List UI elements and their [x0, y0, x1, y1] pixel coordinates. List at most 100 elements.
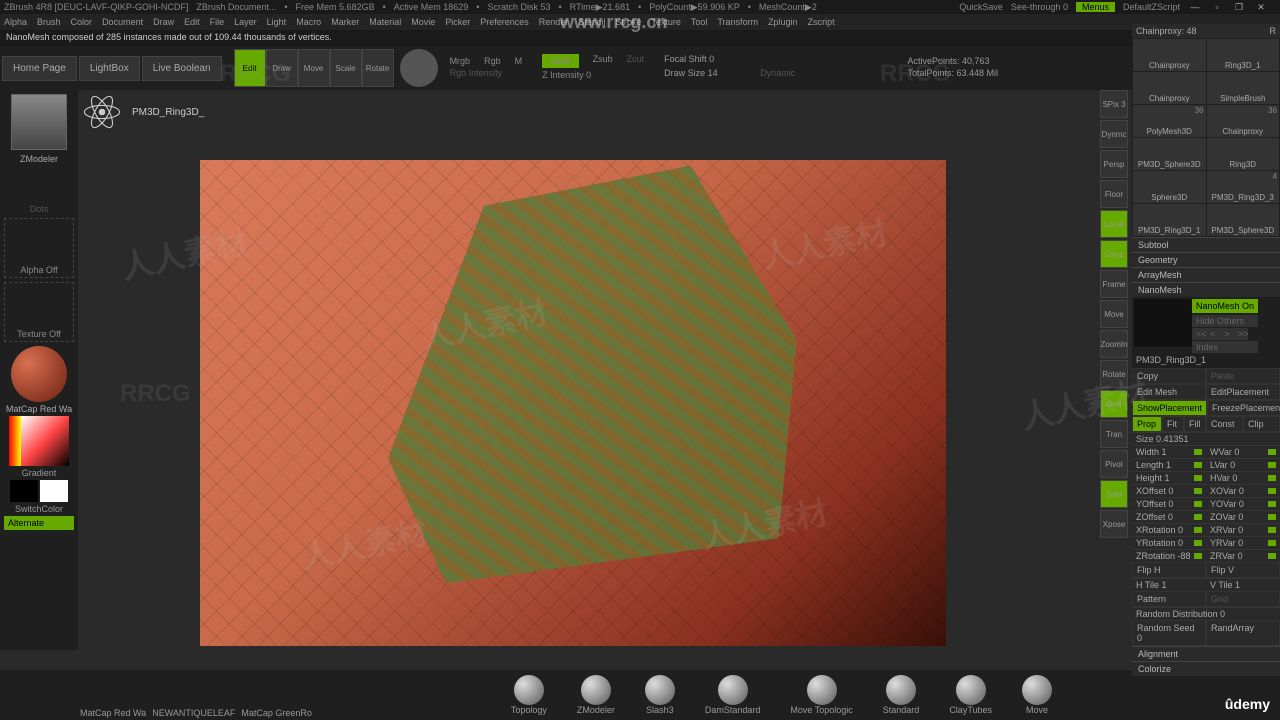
floor-button[interactable]: Floor — [1100, 180, 1128, 208]
material-matcap-red-wa[interactable]: MatCap Red Wa — [80, 708, 146, 718]
rotate-mode-button[interactable]: Rotate — [362, 49, 394, 87]
restore-icon[interactable]: ❐ — [1232, 2, 1246, 13]
brush-move[interactable]: Move — [1022, 675, 1052, 715]
r-button[interactable]: R — [1270, 26, 1277, 36]
vtile-slider[interactable]: V Tile 1 — [1206, 579, 1280, 591]
menu-macro[interactable]: Macro — [296, 17, 321, 27]
rgb-intensity-slider[interactable]: Rgb Intensity — [450, 68, 503, 78]
tool-pm3d_ring3d_3[interactable]: 4PM3D_Ring3D_3 — [1207, 171, 1280, 203]
tool-pm3d_sphere3d[interactable]: PM3D_Sphere3D — [1133, 138, 1206, 170]
flip-v-button[interactable]: Flip V — [1206, 562, 1280, 578]
random-dist-slider[interactable]: Random Distribution 0 — [1132, 608, 1280, 620]
hvar-slider[interactable]: HVar 0 — [1206, 472, 1280, 484]
seethrough-slider[interactable]: See-through 0 — [1011, 2, 1068, 12]
focal-shift-slider[interactable]: Focal Shift 0 — [664, 54, 795, 64]
local-button[interactable]: Local — [1100, 210, 1128, 238]
maximize-icon[interactable]: ▫ — [1210, 2, 1224, 12]
minimize-icon[interactable]: — — [1188, 2, 1202, 12]
menu-zscript[interactable]: Zscript — [808, 17, 835, 27]
color-picker[interactable] — [9, 416, 69, 466]
default-zscript[interactable]: DefaultZScript — [1123, 2, 1180, 12]
move-button[interactable]: Move — [1100, 300, 1128, 328]
menu-marker[interactable]: Marker — [331, 17, 359, 27]
xrotation-slider[interactable]: XRotation 0 — [1132, 524, 1206, 536]
copy-button[interactable]: Copy — [1132, 368, 1206, 384]
menu-document[interactable]: Document — [102, 17, 143, 27]
xrvar-slider[interactable]: XRVar 0 — [1206, 524, 1280, 536]
width-slider[interactable]: Width 1 — [1132, 446, 1206, 458]
menu-light[interactable]: Light — [267, 17, 287, 27]
size-slider[interactable]: Size 0.41351 — [1132, 433, 1280, 445]
nanomesh-on-button[interactable]: NanoMesh On — [1192, 299, 1258, 313]
index-field[interactable]: Index — [1192, 341, 1258, 353]
draw-mode-button[interactable]: Draw — [266, 49, 298, 87]
move-mode-button[interactable]: Move — [298, 49, 330, 87]
tool-simplebrush[interactable]: SimpleBrush — [1207, 72, 1280, 104]
tool-chainproxy[interactable]: Chainproxy — [1133, 39, 1206, 71]
pivot-button[interactable]: Pivot — [1100, 450, 1128, 478]
grid-button[interactable]: Grid — [1100, 390, 1128, 418]
dynamic-toggle[interactable]: Dynamic — [760, 68, 795, 78]
zoffset-slider[interactable]: ZOffset 0 — [1132, 511, 1206, 523]
brush-move-topologic[interactable]: Move Topologic — [790, 675, 852, 715]
yovar-slider[interactable]: YOVar 0 — [1206, 498, 1280, 510]
zsub-button[interactable]: Zsub — [593, 54, 613, 68]
rotate-button[interactable]: Rotate — [1100, 360, 1128, 388]
xovar-slider[interactable]: XOVar 0 — [1206, 485, 1280, 497]
mrgb-button[interactable]: Mrgb — [450, 56, 471, 66]
z-intensity-slider[interactable]: Z Intensity 0 — [542, 70, 591, 80]
yoffset-slider[interactable]: YOffset 0 — [1132, 498, 1206, 510]
home-button[interactable]: Home Page — [2, 56, 77, 81]
zovar-slider[interactable]: ZOVar 0 — [1206, 511, 1280, 523]
brush-damstandard[interactable]: DamStandard — [705, 675, 761, 715]
tool-chainproxy[interactable]: 36Chainproxy — [1207, 105, 1280, 137]
material-sphere[interactable] — [11, 346, 67, 402]
tool-sphere3d[interactable]: Sphere3D — [1133, 171, 1206, 203]
fill-button[interactable]: Fill — [1184, 416, 1206, 432]
rand-array-button[interactable]: RandArray — [1206, 620, 1280, 646]
menu-edit[interactable]: Edit — [184, 17, 200, 27]
gxyz-button[interactable]: Gxyz — [1100, 240, 1128, 268]
brush-slash3[interactable]: Slash3 — [645, 675, 675, 715]
close-icon[interactable]: ✕ — [1254, 2, 1268, 13]
alpha-slot[interactable]: Alpha Off — [4, 218, 74, 278]
swatch-white[interactable] — [40, 480, 68, 502]
nano-thumbnail[interactable] — [1134, 299, 1192, 347]
zrotation-slider[interactable]: ZRotation -88 — [1132, 550, 1206, 562]
menu-texture[interactable]: Texture — [651, 17, 681, 27]
alternate-button[interactable]: Alternate — [4, 516, 74, 530]
m-button[interactable]: M — [515, 56, 523, 66]
persp-button[interactable]: Persp — [1100, 150, 1128, 178]
edit-mode-button[interactable]: Edit — [234, 49, 266, 87]
fit-button[interactable]: Fit — [1162, 416, 1184, 432]
tran-button[interactable]: Tran — [1100, 420, 1128, 448]
live-boolean-button[interactable]: Live Boolean — [142, 56, 222, 81]
menu-picker[interactable]: Picker — [445, 17, 470, 27]
edit-mesh-button[interactable]: Edit Mesh — [1132, 384, 1206, 400]
wvar-slider[interactable]: WVar 0 — [1206, 446, 1280, 458]
texture-slot[interactable]: Texture Off — [4, 282, 74, 342]
menu-brush[interactable]: Brush — [37, 17, 61, 27]
menu-render[interactable]: Render — [539, 17, 569, 27]
show-placement-button[interactable]: ShowPlacement — [1132, 400, 1207, 416]
menu-stencil[interactable]: Stencil — [578, 17, 605, 27]
nav-arrow[interactable]: >> — [1234, 328, 1248, 340]
xpose-button[interactable]: Xpose — [1100, 510, 1128, 538]
height-slider[interactable]: Height 1 — [1132, 472, 1206, 484]
menu-file[interactable]: File — [210, 17, 225, 27]
menu-tool[interactable]: Tool — [691, 17, 708, 27]
brush-topology[interactable]: Topology — [511, 675, 547, 715]
tool-ring3d[interactable]: Ring3D — [1207, 138, 1280, 170]
section-geometry[interactable]: Geometry — [1132, 252, 1280, 267]
menu-layer[interactable]: Layer — [234, 17, 257, 27]
material-matcap-greenro[interactable]: MatCap GreenRo — [241, 708, 312, 718]
swatch-black[interactable] — [10, 480, 38, 502]
spix-3-button[interactable]: SPix 3 — [1100, 90, 1128, 118]
alignment-section[interactable]: Alignment — [1132, 646, 1280, 661]
yrvar-slider[interactable]: YRVar 0 — [1206, 537, 1280, 549]
frame-button[interactable]: Frame — [1100, 270, 1128, 298]
switch-color[interactable]: SwitchColor — [0, 504, 78, 514]
material-newantiqueleaf[interactable]: NEWANTIQUELEAF — [152, 708, 235, 718]
scale-mode-button[interactable]: Scale — [330, 49, 362, 87]
nav-arrow[interactable]: < — [1206, 328, 1220, 340]
